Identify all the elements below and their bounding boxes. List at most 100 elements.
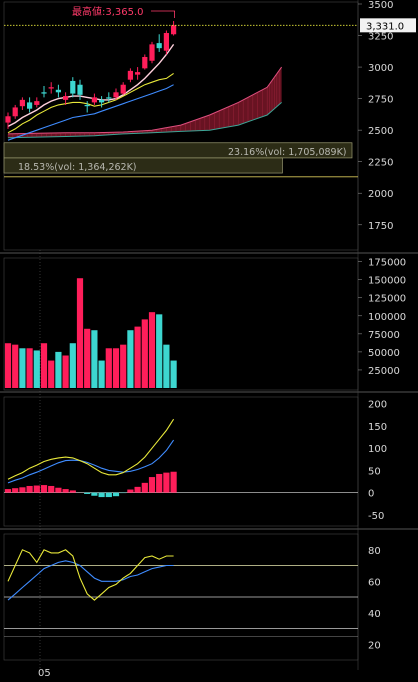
macd-histogram-bar <box>106 493 112 497</box>
volume-bar <box>55 352 61 388</box>
max-price-pointer <box>151 11 175 18</box>
macd-histogram-bar <box>19 487 25 492</box>
macd-tick-label: -50 <box>368 511 384 522</box>
candle-body <box>157 43 162 48</box>
candle-body <box>63 96 68 100</box>
volume-tick-label: 75000 <box>368 330 400 341</box>
macd-histogram-bar <box>5 489 11 493</box>
volume-bar <box>127 330 133 388</box>
macd-histogram-bar <box>171 472 177 493</box>
volume-bar <box>5 343 11 388</box>
volume-bar <box>12 345 18 388</box>
volume-bar <box>163 345 169 388</box>
macd-histogram-bar <box>156 474 162 493</box>
candle-body <box>142 57 147 68</box>
macd-histogram-bar <box>63 489 69 493</box>
candle-body <box>5 116 10 122</box>
candle-body <box>106 97 111 98</box>
volume-tick-label: 150000 <box>368 276 406 287</box>
macd-histogram-bar <box>48 486 54 493</box>
candle-body <box>135 72 140 75</box>
candle-body <box>34 101 39 105</box>
max-price-label: 最高値:3,365.0 <box>72 5 144 18</box>
volume-bar <box>91 330 97 388</box>
stoch-tick-label: 20 <box>368 640 381 651</box>
volume-bar <box>84 329 90 388</box>
current-price-label: 3,331.0 <box>366 21 404 32</box>
volume-bar <box>99 361 105 388</box>
candle-body <box>92 97 97 102</box>
macd-histogram-bar <box>142 483 148 493</box>
candle-body <box>77 85 82 95</box>
macd-tick-label: 150 <box>368 422 387 433</box>
macd-tick-label: 100 <box>368 444 387 455</box>
panel-frame-macd <box>4 397 358 526</box>
volume-bar <box>135 327 141 388</box>
volume-tick-label: 125000 <box>368 294 406 305</box>
price-tick-label: 2000 <box>368 189 393 200</box>
price-tick-label: 3500 <box>368 0 393 11</box>
macd-signal-line <box>8 440 174 483</box>
volume-bar <box>63 356 69 389</box>
ma-mid-line <box>8 73 174 132</box>
stoch-d-line <box>8 561 174 600</box>
volume-bar <box>120 345 126 388</box>
volume-bar <box>171 361 177 388</box>
macd-line <box>8 419 174 479</box>
candle-body <box>149 44 154 60</box>
volume-bar <box>156 314 162 388</box>
chart-stage: 053500325030002750250022502000175023.16%… <box>0 0 418 678</box>
volume-tick-label: 50000 <box>368 348 400 359</box>
candle-body <box>99 100 104 103</box>
volume-bar <box>106 348 112 388</box>
candle-body <box>20 100 25 106</box>
volume-tick-label: 25000 <box>368 366 400 377</box>
price-tick-label: 2500 <box>368 126 393 137</box>
macd-histogram-bar <box>41 485 47 493</box>
volume-profile-label: 23.16%(vol: 1,705,089K) <box>228 147 347 158</box>
macd-tick-label: 0 <box>368 489 374 500</box>
price-tick-label: 1750 <box>368 221 393 232</box>
candle-body <box>121 85 126 94</box>
price-tick-label: 3250 <box>368 32 393 43</box>
volume-bar <box>41 343 47 388</box>
candle-body <box>13 107 18 116</box>
macd-histogram-bar <box>149 477 155 493</box>
volume-bar <box>142 319 148 388</box>
volume-tick-label: 175000 <box>368 258 406 269</box>
candle-body <box>70 81 75 94</box>
macd-histogram-bar <box>70 490 76 492</box>
stock-chart[interactable]: 053500325030002750250022502000175023.16%… <box>0 0 418 678</box>
macd-histogram-bar <box>27 486 33 493</box>
candle-body <box>164 33 169 51</box>
macd-histogram-bar <box>99 493 105 497</box>
stoch-tick-label: 80 <box>368 546 381 557</box>
macd-histogram-bar <box>163 473 169 493</box>
macd-histogram-bar <box>91 493 97 496</box>
price-tick-label: 2250 <box>368 158 393 169</box>
macd-histogram-bar <box>127 490 133 493</box>
stoch-tick-label: 60 <box>368 577 381 588</box>
candle-body <box>41 92 46 93</box>
macd-tick-label: 200 <box>368 400 387 411</box>
volume-bar <box>34 350 40 388</box>
volume-bar <box>70 343 76 388</box>
candle-body <box>85 105 90 106</box>
volume-profile-label: 18.53%(vol: 1,364,262K) <box>18 162 137 173</box>
volume-bar <box>77 278 83 388</box>
macd-histogram-bar <box>113 493 119 497</box>
x-tick-label: 05 <box>38 668 51 678</box>
price-tick-label: 2750 <box>368 95 393 106</box>
candle-body <box>27 102 32 108</box>
macd-tick-label: 50 <box>368 466 381 477</box>
volume-bar <box>27 348 33 388</box>
volume-bar <box>19 348 25 388</box>
candle-body <box>49 87 54 88</box>
candle-body <box>171 25 176 34</box>
volume-bar <box>48 361 54 388</box>
macd-histogram-bar <box>12 488 18 492</box>
candle-body <box>56 90 61 93</box>
price-tick-label: 3000 <box>368 63 393 74</box>
volume-bar <box>149 312 155 388</box>
candle-body <box>113 92 118 97</box>
